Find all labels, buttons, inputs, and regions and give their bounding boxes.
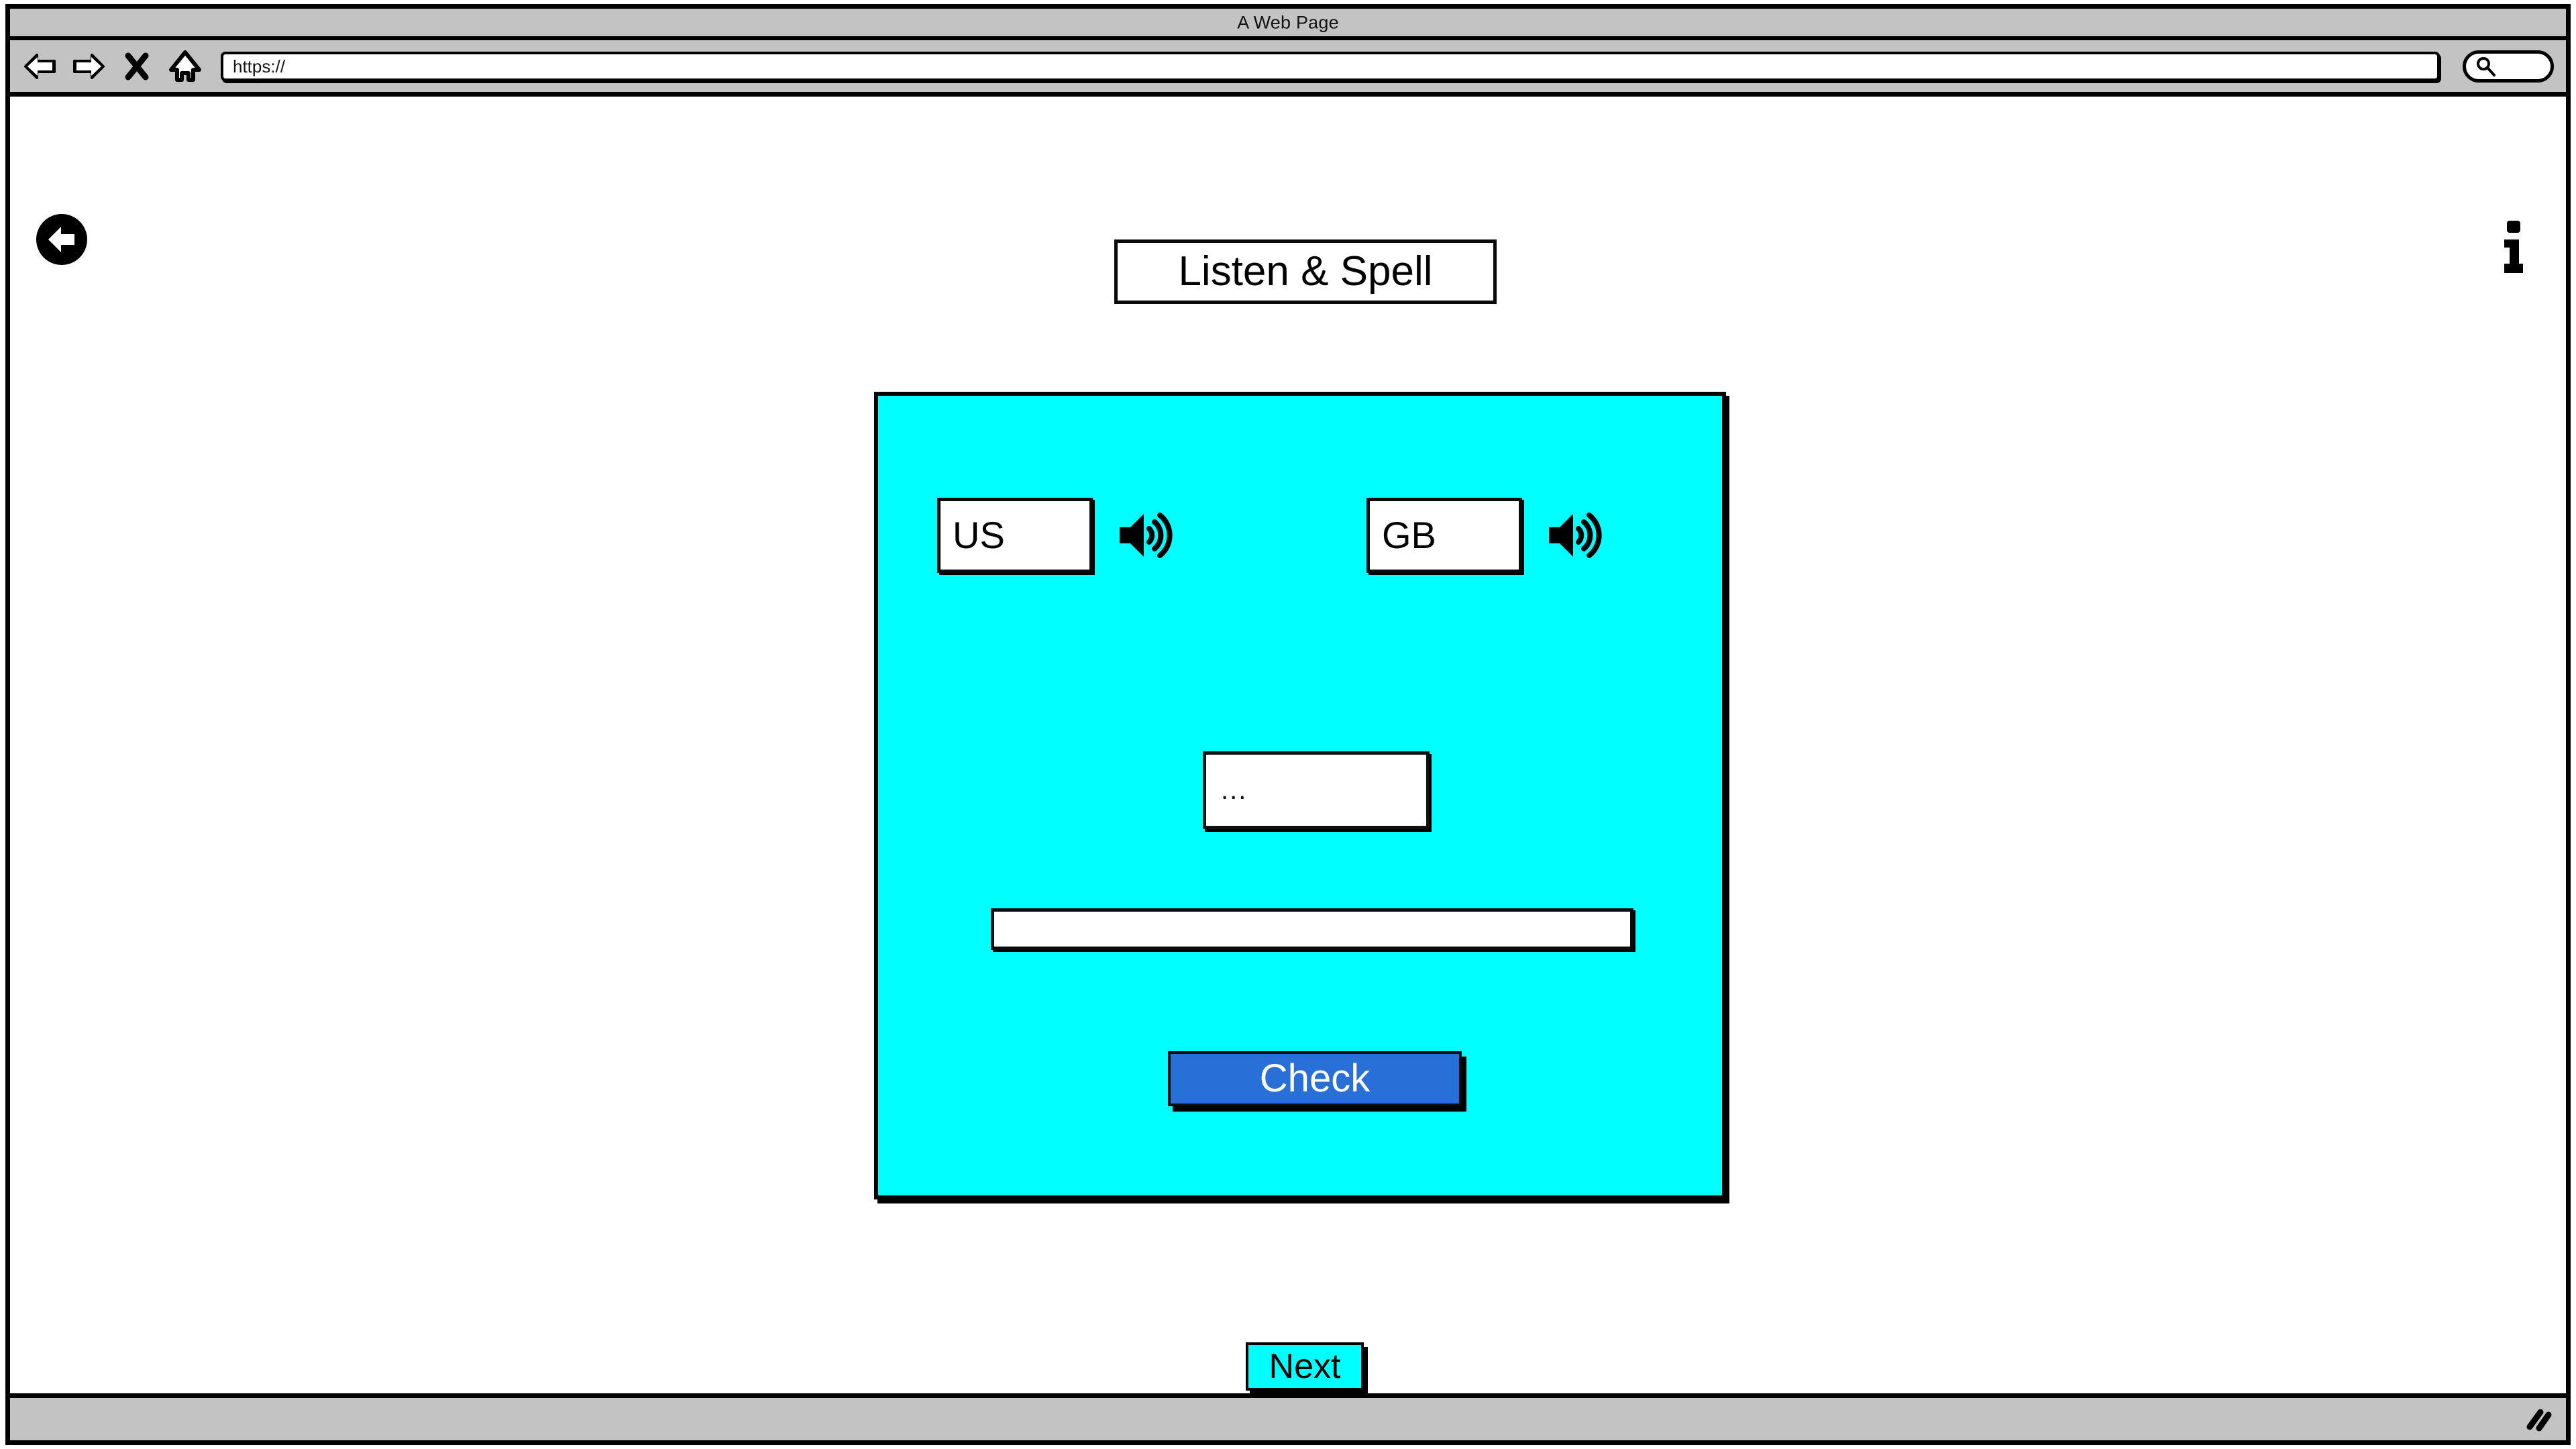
page-title-text: Listen & Spell xyxy=(1178,248,1433,294)
page-viewport: Listen & Spell US GB ... Check Next xyxy=(10,97,2566,1393)
check-button-label: Check xyxy=(1259,1057,1371,1100)
exercise-panel: US GB ... Check xyxy=(874,392,1726,1199)
back-arrow-icon[interactable] xyxy=(22,48,58,85)
info-button[interactable] xyxy=(2495,216,2532,278)
voice-group-us: US xyxy=(937,498,1179,573)
navigation-controls xyxy=(22,48,203,85)
next-button[interactable]: Next xyxy=(1246,1342,1364,1391)
next-button-label: Next xyxy=(1269,1347,1341,1386)
speaker-icon xyxy=(1549,513,1602,558)
speaker-icon xyxy=(1120,513,1173,558)
resize-grip-icon[interactable] xyxy=(2520,1400,2557,1436)
browser-title-bar: A Web Page xyxy=(10,9,2566,40)
circle-back-arrow-icon xyxy=(36,214,87,265)
page-title: Listen & Spell xyxy=(1114,239,1497,304)
speaker-button-us[interactable] xyxy=(1114,503,1179,568)
voice-select-gb[interactable]: GB xyxy=(1366,498,1522,573)
search-input[interactable] xyxy=(2463,50,2554,83)
check-button[interactable]: Check xyxy=(1168,1051,1462,1106)
voice-select-us[interactable]: US xyxy=(937,498,1093,573)
url-bar[interactable]: https:// xyxy=(221,51,2440,81)
voice-selector-row: US GB xyxy=(878,498,1722,573)
url-text: https:// xyxy=(233,56,286,76)
browser-window: A Web Page https:// Listen & Spell US GB… xyxy=(5,4,2571,1445)
home-icon[interactable] xyxy=(167,48,203,85)
speaker-button-gb[interactable] xyxy=(1544,503,1608,568)
page-back-button[interactable] xyxy=(34,212,89,267)
voice-label-gb: GB xyxy=(1382,514,1436,556)
close-x-icon[interactable] xyxy=(119,48,155,85)
info-icon xyxy=(2504,221,2523,273)
browser-toolbar: https:// xyxy=(10,40,2566,97)
voice-label-us: US xyxy=(953,514,1005,556)
browser-status-bar xyxy=(10,1393,2566,1440)
forward-arrow-icon[interactable] xyxy=(70,48,107,85)
word-hint-box: ... xyxy=(1203,751,1430,829)
search-icon xyxy=(2477,56,2496,76)
window-title: A Web Page xyxy=(1237,12,1339,32)
voice-group-gb: GB xyxy=(1366,498,1608,573)
word-hint-text: ... xyxy=(1221,775,1248,805)
answer-input[interactable] xyxy=(991,908,1633,950)
